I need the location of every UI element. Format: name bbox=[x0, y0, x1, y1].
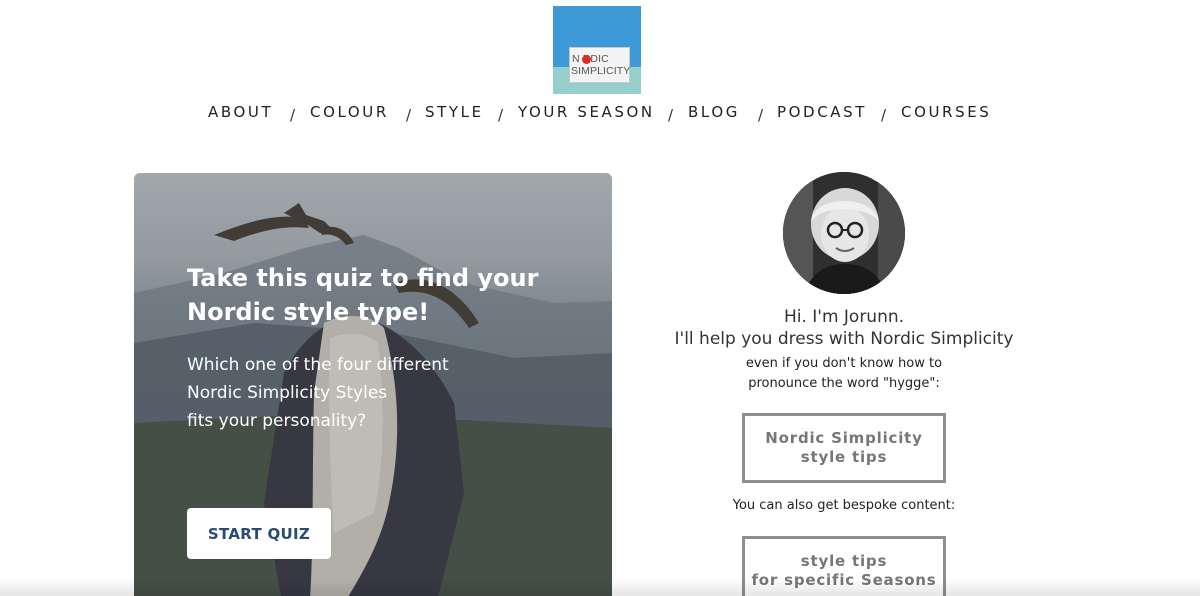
hero-title: Take this quiz to find your Nordic style… bbox=[187, 264, 539, 326]
hero-text-line: Nordic Simplicity Styles bbox=[187, 383, 388, 403]
main-nav: ABOUT / COLOUR / STYLE / YOUR SEASON / B… bbox=[0, 101, 1200, 125]
season-tips-button-line: for specific Seasons bbox=[751, 571, 937, 589]
hero-description: Which one of the four different Nordic S… bbox=[187, 351, 517, 435]
nav-your-season[interactable]: YOUR SEASON bbox=[518, 101, 655, 123]
style-tips-button-line: style tips bbox=[800, 448, 888, 466]
site-logo[interactable]: N RDIC SIMPLICITY bbox=[553, 6, 641, 94]
nav-courses[interactable]: COURSES bbox=[901, 101, 991, 123]
subtext-line-2: pronounce the word "hygge": bbox=[748, 376, 940, 391]
bespoke-content-text: You can also get bespoke content: bbox=[732, 498, 956, 513]
author-avatar bbox=[783, 172, 905, 294]
logo-word-simplicity: SIMPLICITY bbox=[571, 65, 631, 77]
nav-separator: / bbox=[758, 106, 764, 124]
tagline-text: I'll help you dress with Nordic Simplici… bbox=[674, 329, 1014, 349]
hero-text-line: Which one of the four different bbox=[187, 355, 449, 375]
greeting-text: Hi. I'm Jorunn. bbox=[783, 307, 905, 327]
nav-separator: / bbox=[406, 106, 412, 124]
style-tips-button[interactable]: Nordic Simplicity style tips bbox=[742, 413, 946, 483]
subtext-line-1: even if you don't know how to bbox=[745, 356, 943, 371]
quiz-hero-card: Take this quiz to find your Nordic style… bbox=[134, 173, 612, 596]
season-tips-button[interactable]: style tips for specific Seasons bbox=[742, 536, 946, 596]
nav-separator: / bbox=[498, 106, 504, 124]
season-tips-button-line: style tips bbox=[800, 552, 888, 570]
logo-red-dot-icon bbox=[582, 55, 591, 64]
nav-style[interactable]: STYLE bbox=[425, 101, 484, 123]
nav-colour[interactable]: COLOUR bbox=[310, 101, 389, 123]
style-tips-button-line: Nordic Simplicity bbox=[765, 429, 923, 447]
nav-blog[interactable]: BLOG bbox=[688, 101, 740, 123]
nav-separator: / bbox=[881, 106, 887, 124]
nav-separator: / bbox=[668, 106, 674, 124]
start-quiz-button[interactable]: START QUIZ bbox=[187, 508, 331, 559]
nav-about[interactable]: ABOUT bbox=[208, 101, 273, 123]
author-photo bbox=[783, 172, 905, 294]
nav-separator: / bbox=[290, 106, 296, 124]
nav-podcast[interactable]: PODCAST bbox=[777, 101, 867, 123]
hero-text-line: fits your personality? bbox=[187, 411, 367, 431]
